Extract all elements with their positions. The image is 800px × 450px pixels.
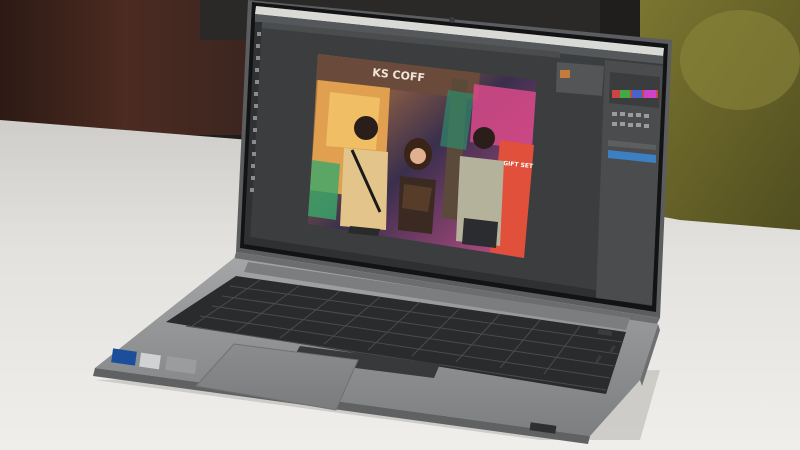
photo-scene: KS COFF GIFT SET xyxy=(0,0,800,450)
ps-layer-thumb xyxy=(560,70,570,78)
ps-layers-panel xyxy=(556,62,604,96)
chair-highlight xyxy=(680,10,800,110)
ps-color-spectrum-4 xyxy=(644,90,656,98)
sticker-white xyxy=(139,352,161,370)
scene-svg: KS COFF GIFT SET xyxy=(0,0,800,450)
ps-color-spectrum-3 xyxy=(632,90,642,98)
camera-icon xyxy=(449,17,455,23)
ps-color-spectrum-2 xyxy=(620,90,630,98)
